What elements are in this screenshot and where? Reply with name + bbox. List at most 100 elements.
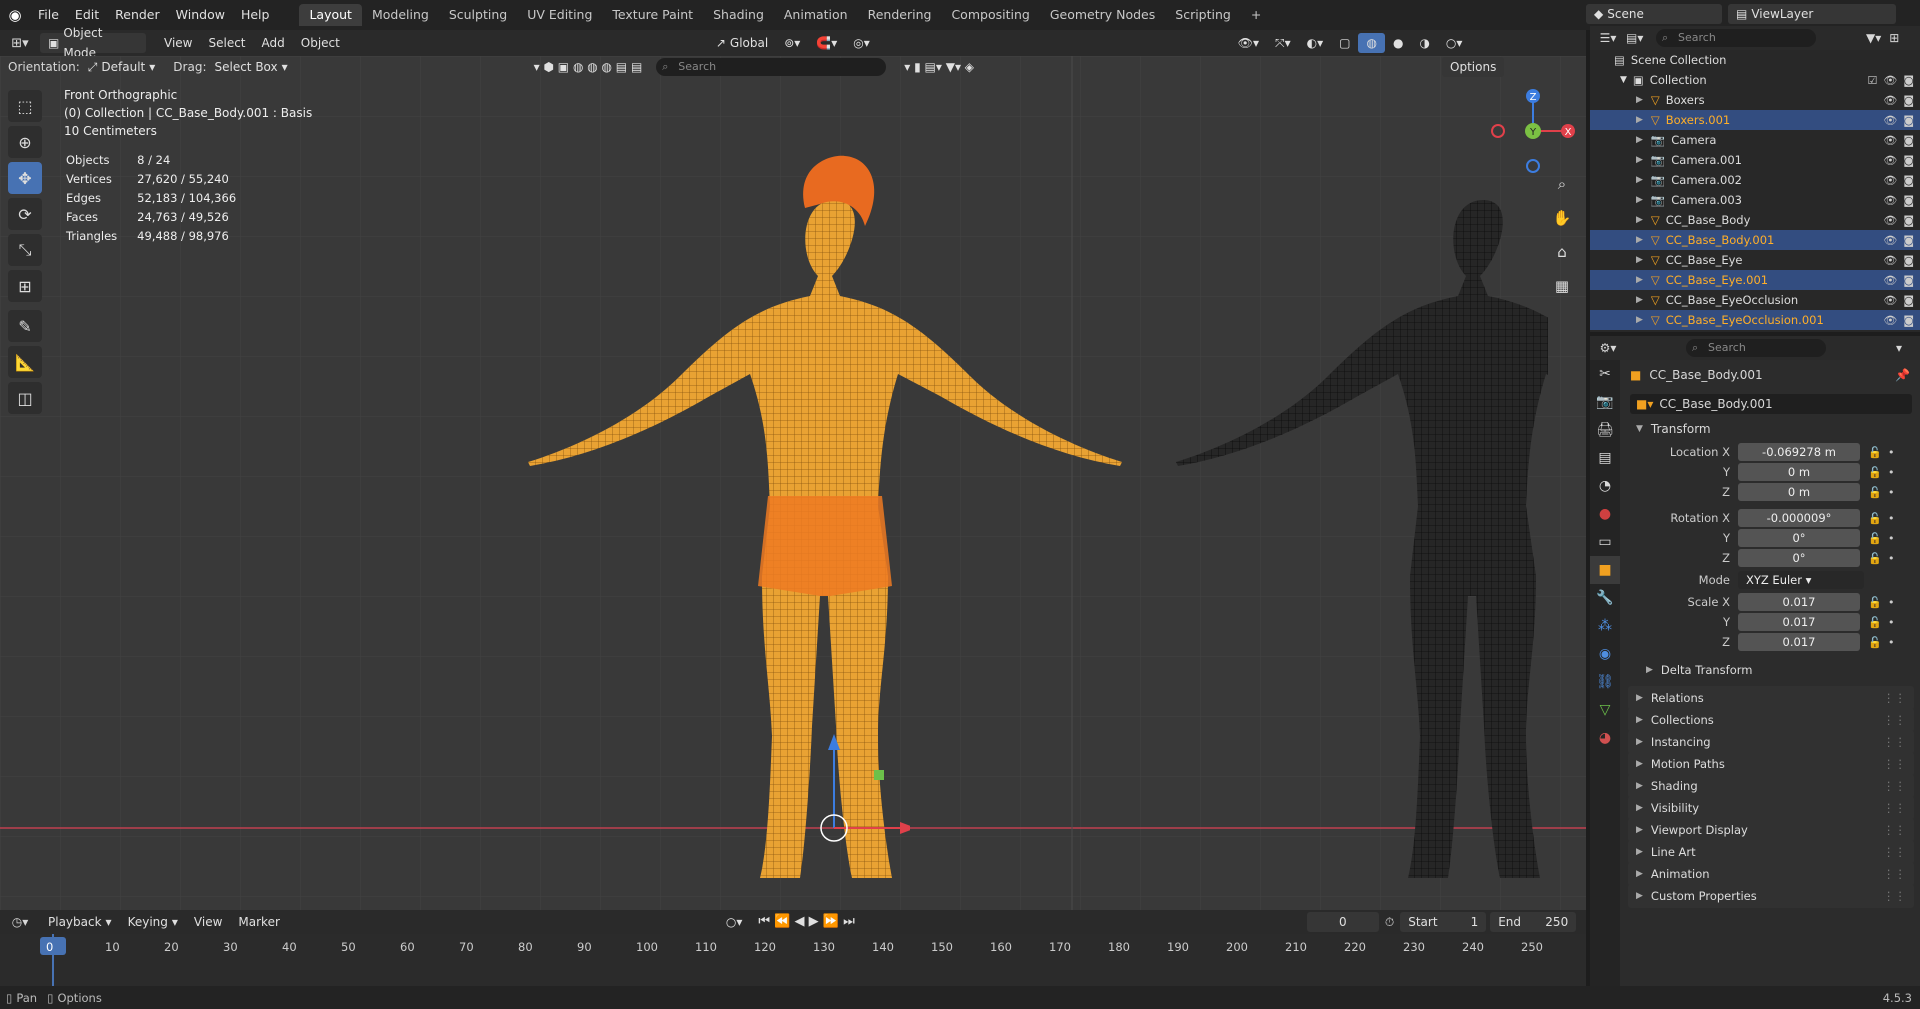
particles-tab-icon[interactable]: ⁂ bbox=[1590, 612, 1620, 640]
camera-render-icon[interactable]: ◙ bbox=[1903, 174, 1914, 187]
physics-tab-icon[interactable]: ◉ bbox=[1590, 640, 1620, 668]
expand-icon[interactable]: ▾ bbox=[1896, 341, 1902, 355]
eye-icon[interactable]: 👁 bbox=[1883, 294, 1897, 307]
eye-icon[interactable]: 👁 bbox=[1883, 114, 1897, 127]
menu-timeline-view[interactable]: View bbox=[186, 912, 230, 932]
panel-motion-paths[interactable]: ▶ Motion Paths ⋮⋮ bbox=[1628, 752, 1914, 776]
eye-icon[interactable]: 👁 bbox=[1883, 174, 1897, 187]
orientation-dropdown[interactable]: ⤢ Default ▾ bbox=[80, 57, 164, 77]
eye-icon[interactable]: 👁 bbox=[1883, 154, 1897, 167]
constraints-tab-icon[interactable]: ⛓ bbox=[1590, 668, 1620, 696]
menu-window[interactable]: Window bbox=[168, 4, 233, 26]
outliner-item[interactable]: ▶ ▽ CC_Base_EyeOcclusion.001 👁 ◙ bbox=[1590, 310, 1920, 330]
camera-render-icon[interactable]: ◙ bbox=[1903, 74, 1914, 87]
object-origin-gizmo[interactable] bbox=[770, 726, 910, 866]
options-button[interactable]: Options bbox=[1442, 57, 1505, 77]
expand-chevron-icon[interactable]: ▶ bbox=[1636, 115, 1643, 125]
camera-view-icon[interactable]: ⌂ bbox=[1548, 238, 1576, 266]
drag-handle-icon[interactable]: ⋮⋮ bbox=[1883, 889, 1906, 903]
panel-collections[interactable]: ▶ Collections ⋮⋮ bbox=[1628, 708, 1914, 732]
overlay-icon[interactable]: ◐▾ bbox=[1299, 33, 1332, 53]
pin-icon[interactable]: 📌 bbox=[1895, 368, 1910, 382]
selection-filter-icons[interactable]: ▾ ⬢ ▣ ◍ ◍ ◍ ▤ ▤ bbox=[526, 57, 651, 77]
add-cube-icon[interactable]: ◫ bbox=[8, 382, 42, 414]
drag-handle-icon[interactable]: ⋮⋮ bbox=[1883, 867, 1906, 881]
mode-selector[interactable]: ▣ Object Mode bbox=[40, 26, 146, 60]
unlock-icon[interactable]: 🔓 bbox=[1868, 532, 1882, 545]
annotate-icon[interactable]: ✎ bbox=[8, 310, 42, 342]
tab-texture-paint[interactable]: Texture Paint bbox=[602, 4, 703, 26]
tab-geometry-nodes[interactable]: Geometry Nodes bbox=[1040, 4, 1165, 26]
keyframe-dot-icon[interactable]: • bbox=[1888, 552, 1895, 565]
proportional-edit-icon[interactable]: ◎▾ bbox=[845, 33, 878, 53]
location-y-field[interactable]: 0 m bbox=[1738, 463, 1860, 481]
outliner-item[interactable]: ▶ 📷 Camera.001 👁 ◙ bbox=[1590, 150, 1920, 170]
scene-selector[interactable]: ◆ Scene bbox=[1586, 4, 1722, 24]
outliner-item[interactable]: ▶ ▽ Boxers.001 👁 ◙ bbox=[1590, 110, 1920, 130]
viewport-search-input[interactable]: ⌕ Search bbox=[656, 58, 887, 76]
eye-icon[interactable]: 👁 bbox=[1883, 234, 1897, 247]
outliner[interactable]: ▤ Scene Collection ▼ ▣ Collection ☑ 👁 ◙ ▶ ▽ Boxe… bbox=[1590, 50, 1920, 332]
new-collection-icon[interactable]: ⊞ bbox=[1889, 31, 1899, 45]
panel-visibility[interactable]: ▶ Visibility ⋮⋮ bbox=[1628, 796, 1914, 820]
expand-chevron-icon[interactable]: ▶ bbox=[1636, 155, 1643, 165]
menu-playback[interactable]: Playback ▾ bbox=[40, 912, 120, 932]
panel-shading[interactable]: ▶ Shading ⋮⋮ bbox=[1628, 774, 1914, 798]
snap-icon[interactable]: 🧲▾ bbox=[808, 33, 845, 53]
drag-handle-icon[interactable]: ⋮⋮ bbox=[1883, 845, 1906, 859]
unlock-icon[interactable]: 🔓 bbox=[1868, 596, 1882, 609]
rotation-y-field[interactable]: 0° bbox=[1738, 529, 1860, 547]
drag-handle-icon[interactable]: ⋮⋮ bbox=[1883, 801, 1906, 815]
expand-chevron-icon[interactable]: ▶ bbox=[1636, 195, 1643, 205]
menu-keying[interactable]: Keying ▾ bbox=[120, 912, 186, 932]
panel-animation[interactable]: ▶ Animation ⋮⋮ bbox=[1628, 862, 1914, 886]
outliner-item[interactable]: ▶ 📷 Camera.003 👁 ◙ bbox=[1590, 190, 1920, 210]
menu-help[interactable]: Help bbox=[233, 4, 278, 26]
eye-icon[interactable]: 👁 bbox=[1883, 134, 1897, 147]
tab-scripting[interactable]: Scripting bbox=[1165, 4, 1241, 26]
stopwatch-icon[interactable]: ⏱ bbox=[1385, 915, 1394, 930]
keyframe-dot-icon[interactable]: • bbox=[1888, 616, 1895, 629]
drag-handle-icon[interactable]: ⋮⋮ bbox=[1883, 779, 1906, 793]
expand-chevron-icon[interactable]: ▶ bbox=[1636, 295, 1643, 305]
drag-handle-icon[interactable]: ⋮⋮ bbox=[1883, 735, 1906, 749]
keyframe-dot-icon[interactable]: • bbox=[1888, 486, 1895, 499]
playback-controls[interactable]: ⏮ ⏪ ◀ ▶ ⏩ ⏭ bbox=[750, 912, 862, 932]
properties-editor-icon[interactable]: ⚙▾ bbox=[1590, 341, 1626, 355]
start-frame-field[interactable]: Start 1 bbox=[1400, 912, 1487, 932]
delta-transform-header[interactable]: ▶ Delta Transform bbox=[1638, 658, 1914, 682]
menu-select[interactable]: Select bbox=[200, 33, 253, 53]
eye-icon[interactable]: 👁 bbox=[1883, 214, 1897, 227]
auto-key-icon[interactable]: ○▾ bbox=[718, 912, 751, 932]
eye-icon[interactable]: 👁 bbox=[1883, 194, 1897, 207]
eye-icon[interactable]: 👁 bbox=[1883, 274, 1897, 287]
menu-marker[interactable]: Marker bbox=[230, 912, 287, 932]
outliner-editor-icon[interactable]: ☰▾ bbox=[1590, 31, 1626, 45]
keyframe-dot-icon[interactable]: • bbox=[1888, 532, 1895, 545]
unlock-icon[interactable]: 🔓 bbox=[1868, 486, 1882, 499]
world-tab-icon[interactable]: ● bbox=[1590, 500, 1620, 528]
tab-modeling[interactable]: Modeling bbox=[362, 4, 439, 26]
menu-object[interactable]: Object bbox=[293, 33, 348, 53]
camera-render-icon[interactable]: ◙ bbox=[1903, 134, 1914, 147]
keyframe-dot-icon[interactable]: • bbox=[1888, 596, 1895, 609]
expand-chevron-icon[interactable]: ▶ bbox=[1636, 215, 1643, 225]
scale-y-field[interactable]: 0.017 bbox=[1738, 613, 1860, 631]
expand-chevron-icon[interactable]: ▶ bbox=[1636, 135, 1643, 145]
panel-viewport-display[interactable]: ▶ Viewport Display ⋮⋮ bbox=[1628, 818, 1914, 842]
outliner-item[interactable]: ▶ 📷 Camera.002 👁 ◙ bbox=[1590, 170, 1920, 190]
display-mode-icon[interactable]: ▤▾ bbox=[1626, 31, 1656, 45]
camera-render-icon[interactable]: ◙ bbox=[1903, 294, 1914, 307]
menu-add[interactable]: Add bbox=[254, 33, 293, 53]
navigation-gizmo[interactable]: Z X Y bbox=[1488, 86, 1578, 176]
tab-uv-editing[interactable]: UV Editing bbox=[517, 4, 602, 26]
output-tab-icon[interactable]: 🖨 bbox=[1590, 416, 1620, 444]
unlock-icon[interactable]: 🔓 bbox=[1868, 636, 1882, 649]
camera-render-icon[interactable]: ◙ bbox=[1903, 314, 1914, 327]
camera-render-icon[interactable]: ◙ bbox=[1903, 274, 1914, 287]
properties-search-input[interactable]: ⌕ Search bbox=[1686, 339, 1826, 357]
filter-icon[interactable]: ▼▾ bbox=[1866, 31, 1881, 45]
unlock-icon[interactable]: 🔓 bbox=[1868, 446, 1882, 459]
rotate-icon[interactable]: ⟳ bbox=[8, 198, 42, 230]
outliner-item[interactable]: ▶ ▽ CC_Base_Eye.001 👁 ◙ bbox=[1590, 270, 1920, 290]
